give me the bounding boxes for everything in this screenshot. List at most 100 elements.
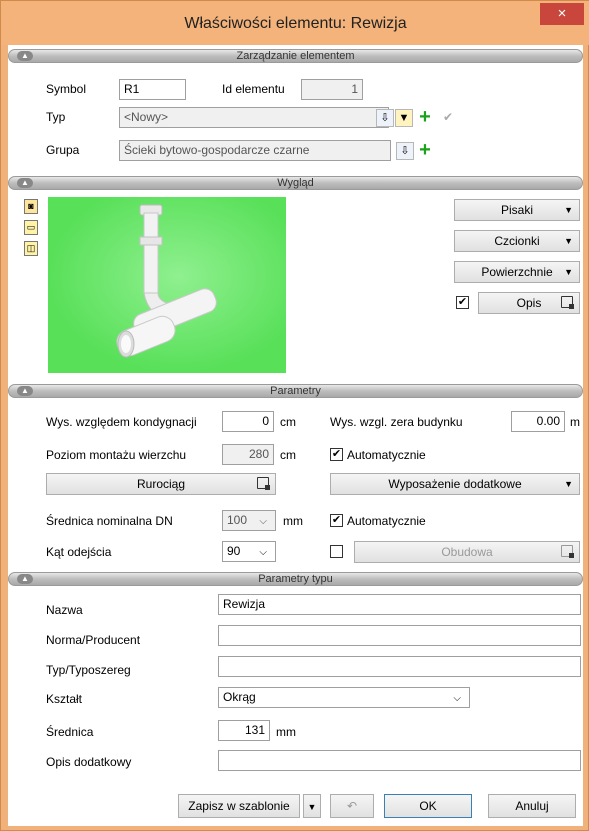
- housing-button[interactable]: Obudowa: [354, 541, 580, 563]
- extra-description-label: Opis dodatkowy: [46, 755, 132, 769]
- type-label: Typ: [46, 110, 66, 124]
- diameter-label: Średnica: [46, 725, 94, 739]
- section-title: Parametry typu: [258, 573, 333, 585]
- select-group-icon[interactable]: ⇩: [396, 142, 414, 160]
- dn-label: Średnica nominalna DN: [46, 514, 173, 528]
- undo-icon: ↶: [346, 799, 358, 813]
- norm-input[interactable]: [218, 625, 581, 646]
- dn-value: 100: [227, 513, 248, 527]
- save-template-label: Zapisz w szablonie: [188, 799, 290, 813]
- auto-dn-label: Automatycznie: [347, 514, 426, 528]
- name-input[interactable]: Rewizja: [218, 594, 581, 615]
- chevron-down-icon: ▼: [564, 267, 573, 277]
- extra-equipment-label: Wyposażenie dodatkowe: [388, 477, 522, 491]
- dialog-title: Właściwości elementu: Rewizja: [184, 15, 407, 32]
- undo-button[interactable]: ↶: [330, 794, 374, 818]
- top-level-input[interactable]: 280: [222, 444, 274, 465]
- fonts-dropdown[interactable]: Czcionki ▼: [454, 230, 580, 252]
- section-title: Zarządzanie elementem: [236, 50, 355, 62]
- chevron-down-icon: ▼: [307, 802, 317, 812]
- description-checkbox[interactable]: ✔: [456, 296, 469, 309]
- view-3d-icon[interactable]: ◙: [24, 199, 38, 214]
- title-bar[interactable]: Właściwości elementu: Rewizja ×: [1, 1, 589, 45]
- group-value: Ścieki bytowo-gospodarcze czarne: [124, 143, 310, 157]
- confirm-check-icon[interactable]: ✔: [443, 110, 453, 124]
- shape-value: Okrąg: [223, 690, 256, 704]
- fonts-label: Czcionki: [494, 234, 540, 248]
- description-label: Opis: [516, 296, 542, 310]
- element-id-label: Id elementu: [222, 82, 285, 96]
- dn-unit: mm: [283, 514, 303, 528]
- floor-height-unit: cm: [280, 415, 296, 429]
- angle-select[interactable]: 90 ⌵: [222, 541, 276, 562]
- section-type-parameters[interactable]: ▲ Parametry typu: [8, 572, 583, 586]
- chevron-down-icon: ⌵: [453, 693, 461, 704]
- diameter-input[interactable]: 131: [218, 720, 270, 741]
- series-label: Typ/Typoszereg: [46, 663, 131, 677]
- shape-label: Kształt: [46, 692, 83, 706]
- top-level-unit: cm: [280, 448, 296, 462]
- dialog-content: ▲ Zarządzanie elementem Symbol R1 Id ele…: [8, 45, 583, 826]
- section-title: Parametry: [270, 385, 321, 397]
- building-zero-label: Wys. wzgl. zera budynku: [330, 415, 463, 429]
- diameter-unit: mm: [276, 725, 296, 739]
- name-label: Nazwa: [46, 603, 83, 617]
- view-box-icon[interactable]: ◫: [24, 241, 38, 256]
- chevron-down-icon: ⌵: [259, 516, 267, 527]
- surfaces-dropdown[interactable]: Powierzchnie ▼: [454, 261, 580, 283]
- group-label: Grupa: [46, 143, 80, 157]
- popup-icon: [257, 477, 270, 490]
- description-button[interactable]: Opis: [478, 292, 580, 314]
- save-template-dropdown[interactable]: ▼: [303, 794, 321, 818]
- pens-label: Pisaki: [500, 203, 533, 217]
- norm-label: Norma/Producent: [46, 633, 141, 647]
- type-field[interactable]: <Nowy>: [119, 107, 389, 128]
- ok-button[interactable]: OK: [384, 794, 472, 818]
- section-element-management[interactable]: ▲ Zarządzanie elementem: [8, 49, 583, 63]
- symbol-input[interactable]: R1: [119, 79, 186, 100]
- extra-description-input[interactable]: [218, 750, 581, 771]
- floor-height-input[interactable]: 0: [222, 411, 274, 432]
- view-plan-icon[interactable]: ▭: [24, 220, 38, 235]
- auto-top-level-checkbox[interactable]: ✔: [330, 448, 343, 461]
- top-level-label: Poziom montażu wierzchu: [46, 448, 187, 462]
- section-title: Wygląd: [277, 177, 314, 189]
- pipe-render: [116, 204, 217, 358]
- chevron-down-icon: ▼: [564, 479, 573, 489]
- cancel-button[interactable]: Anuluj: [488, 794, 576, 818]
- extra-equipment-dropdown[interactable]: Wyposażenie dodatkowe ▼: [330, 473, 580, 495]
- auto-top-level-label: Automatycznie: [347, 448, 426, 462]
- angle-value: 90: [227, 544, 241, 558]
- add-type-icon[interactable]: +: [416, 107, 434, 127]
- chevron-down-icon: ▼: [564, 236, 573, 246]
- section-parameters[interactable]: ▲ Parametry: [8, 384, 583, 398]
- pens-dropdown[interactable]: Pisaki ▼: [454, 199, 580, 221]
- element-id-field: 1: [301, 79, 363, 100]
- floor-height-label: Wys. względem kondygnacji: [46, 415, 197, 429]
- auto-dn-checkbox[interactable]: ✔: [330, 514, 343, 527]
- shape-select[interactable]: Okrąg ⌵: [218, 687, 470, 708]
- housing-checkbox[interactable]: [330, 545, 343, 558]
- cancel-label: Anuluj: [515, 799, 549, 813]
- group-field[interactable]: Ścieki bytowo-gospodarcze czarne: [119, 140, 391, 161]
- save-template-button[interactable]: Zapisz w szablonie: [178, 794, 300, 818]
- symbol-label: Symbol: [46, 82, 87, 96]
- chevron-down-icon: ▼: [564, 205, 573, 215]
- type-value: <Nowy>: [124, 110, 169, 124]
- series-input[interactable]: [218, 656, 581, 677]
- popup-icon: [561, 296, 574, 309]
- surfaces-label: Powierzchnie: [481, 265, 553, 279]
- chevron-down-icon: ⌵: [259, 547, 267, 558]
- pipe-button[interactable]: Rurociąg: [46, 473, 276, 495]
- popup-icon: [561, 545, 574, 558]
- close-button[interactable]: ×: [540, 3, 584, 25]
- pipe-label: Rurociąg: [136, 477, 186, 491]
- dn-select[interactable]: 100 ⌵: [222, 510, 276, 531]
- marker-icon[interactable]: ▼: [395, 109, 413, 127]
- ok-label: OK: [419, 799, 437, 813]
- section-appearance[interactable]: ▲ Wygląd: [8, 176, 583, 190]
- building-zero-input[interactable]: 0.00: [511, 411, 565, 432]
- housing-label: Obudowa: [441, 545, 493, 559]
- add-group-icon[interactable]: +: [416, 140, 434, 160]
- select-type-icon[interactable]: ⇩: [376, 109, 394, 127]
